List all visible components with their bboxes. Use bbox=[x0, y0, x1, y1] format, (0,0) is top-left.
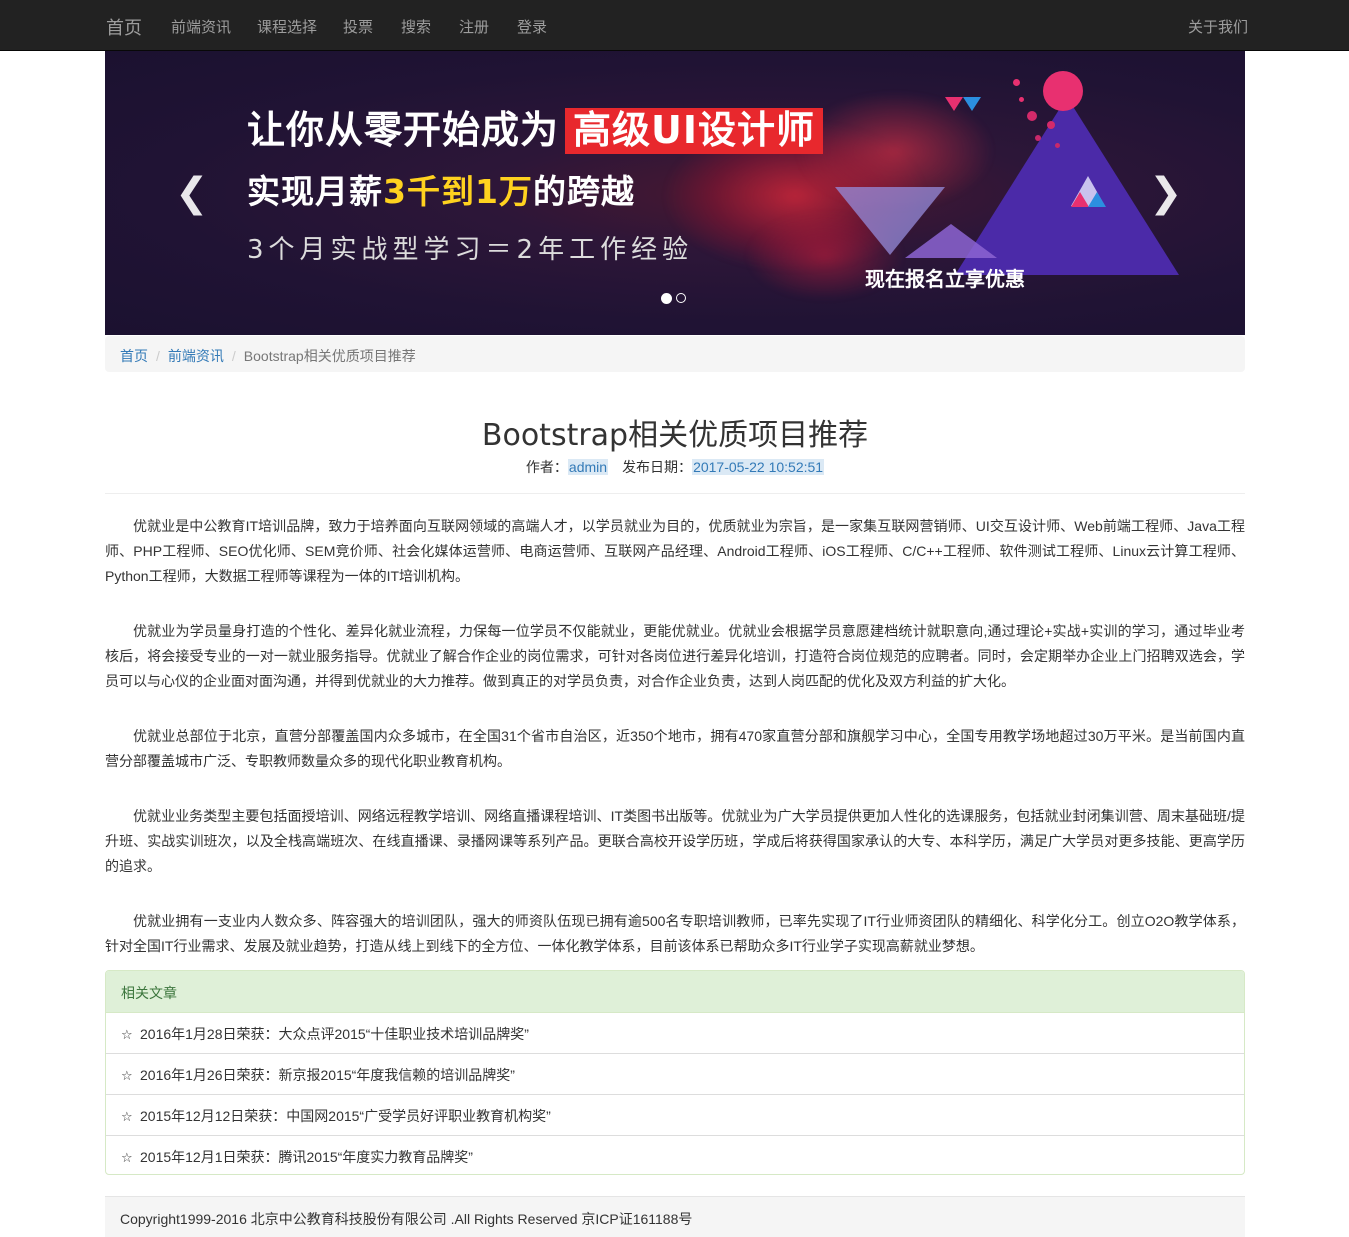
related-article-title[interactable]: 2015年12月12日荣获：中国网2015“广受学员好评职业教育机构奖” bbox=[140, 1108, 551, 1124]
top-navbar: 首页 前端资讯 课程选择 投票 搜索 注册 登录 关于我们 bbox=[0, 0, 1349, 51]
banner-cta-text: 现在报名立享优惠 bbox=[865, 267, 1025, 291]
nav-brand-home[interactable]: 首页 bbox=[106, 14, 142, 40]
nav-item-about-us[interactable]: 关于我们 bbox=[1188, 16, 1248, 37]
banner-headline: 让你从零开始成为 高级UI设计师 bbox=[247, 99, 824, 154]
related-article-title[interactable]: 2015年12月1日荣获：腾讯2015“年度实力教育品牌奖” bbox=[140, 1149, 473, 1165]
related-article-item[interactable]: ☆ 2016年1月28日荣获：大众点评2015“十佳职业技术培训品牌奖” bbox=[106, 1013, 1244, 1054]
banner-carousel[interactable]: 让你从零开始成为 高级UI设计师 实现月薪3千到1万的跨越 3个月实战型学习＝2年… bbox=[105, 51, 1245, 335]
related-article-title[interactable]: 2016年1月28日荣获：大众点评2015“十佳职业技术培训品牌奖” bbox=[140, 1026, 529, 1042]
footer-copyright: Copyright1999-2016 北京中公教育科技股份有限公司 .All R… bbox=[105, 1196, 1245, 1237]
article-paragraph: 优就业总部位于北京，直营分部覆盖国内众多城市，在全国31个省市自治区，近350个… bbox=[105, 728, 1245, 769]
related-article-item[interactable]: ☆ 2016年1月26日荣获：新京报2015“年度我信赖的培训品牌奖” bbox=[106, 1054, 1244, 1095]
related-articles-heading: 相关文章 bbox=[106, 971, 1244, 1013]
author-value: admin bbox=[567, 459, 609, 475]
nav-item-register[interactable]: 注册 bbox=[459, 16, 489, 37]
article-paragraph: 优就业拥有一支业内人数众多、阵容强大的培训团队，强大的师资队伍现已拥有逾500名… bbox=[105, 913, 1245, 954]
circle-decoration bbox=[1055, 143, 1060, 148]
nav-item-course-selection[interactable]: 课程选择 bbox=[257, 16, 317, 37]
related-article-item[interactable]: ☆ 2015年12月1日荣获：腾讯2015“年度实力教育品牌奖” bbox=[106, 1136, 1244, 1174]
nav-item-vote[interactable]: 投票 bbox=[343, 16, 373, 37]
nav-item-frontend-news[interactable]: 前端资讯 bbox=[171, 16, 231, 37]
article-paragraph: 优就业为学员量身打造的个性化、差异化就业流程，力保每一位学员不仅能就业，更能优就… bbox=[105, 623, 1245, 689]
divider bbox=[105, 493, 1245, 494]
related-articles-panel: 相关文章 ☆ 2016年1月28日荣获：大众点评2015“十佳职业技术培训品牌奖”… bbox=[105, 970, 1245, 1175]
breadcrumb-section-link[interactable]: 前端资讯 bbox=[168, 348, 224, 364]
article-title: Bootstrap相关优质项目推荐 bbox=[481, 418, 869, 453]
banner-subheadline: 实现月薪3千到1万的跨越 bbox=[247, 172, 635, 211]
article-meta: 作者：admin 发布日期：2017-05-22 10:52:51 bbox=[105, 457, 1245, 477]
chevron-right-icon[interactable]: ❯ bbox=[1149, 173, 1183, 213]
related-article-item[interactable]: ☆ 2015年12月12日荣获：中国网2015“广受学员好评职业教育机构奖” bbox=[106, 1095, 1244, 1136]
triangle-decoration bbox=[945, 97, 963, 111]
nav-item-search[interactable]: 搜索 bbox=[401, 16, 431, 37]
carousel-indicators bbox=[661, 289, 690, 305]
triangle-decoration bbox=[1088, 192, 1106, 207]
breadcrumb: 首页 / 前端资讯 / Bootstrap相关优质项目推荐 bbox=[105, 336, 1245, 372]
chevron-left-icon[interactable]: ❮ bbox=[175, 173, 209, 213]
author-label: 作者： bbox=[525, 459, 568, 475]
circle-decoration bbox=[1019, 97, 1024, 102]
banner-tagline: 3个月实战型学习＝2年工作经验 bbox=[247, 235, 694, 265]
article-paragraph: 优就业是中公教育IT培训品牌，致力于培养面向互联网领域的高端人才，以学员就业为目… bbox=[105, 518, 1245, 584]
article-paragraph: 优就业业务类型主要包括面授培训、网络远程教学培训、网络直播课程培训、IT类图书出… bbox=[105, 808, 1245, 874]
breadcrumb-separator: / bbox=[231, 348, 236, 364]
carousel-indicator-2[interactable] bbox=[676, 293, 686, 304]
triangle-decoration bbox=[963, 97, 981, 111]
carousel-indicator-1[interactable] bbox=[661, 292, 672, 304]
triangle-decoration bbox=[905, 224, 997, 258]
breadcrumb-separator: / bbox=[156, 348, 160, 364]
breadcrumb-current: Bootstrap相关优质项目推荐 bbox=[243, 348, 416, 364]
circle-decoration bbox=[1027, 111, 1037, 121]
related-article-title[interactable]: 2016年1月26日荣获：新京报2015“年度我信赖的培训品牌奖” bbox=[140, 1067, 515, 1083]
circle-decoration bbox=[1035, 135, 1041, 141]
circle-decoration bbox=[1013, 79, 1020, 86]
circle-decoration bbox=[1047, 121, 1055, 129]
breadcrumb-home-link[interactable]: 首页 bbox=[120, 348, 148, 364]
star-outline-icon: ☆ bbox=[121, 1150, 133, 1165]
nav-item-login[interactable]: 登录 bbox=[517, 16, 547, 37]
star-outline-icon: ☆ bbox=[121, 1068, 133, 1083]
star-outline-icon: ☆ bbox=[121, 1027, 133, 1042]
star-outline-icon: ☆ bbox=[121, 1109, 133, 1124]
circle-decoration bbox=[1043, 71, 1083, 111]
date-label: 发布日期： bbox=[622, 459, 693, 475]
date-value: 2017-05-22 10:52:51 bbox=[692, 459, 825, 475]
triangle-decoration bbox=[1071, 192, 1089, 207]
